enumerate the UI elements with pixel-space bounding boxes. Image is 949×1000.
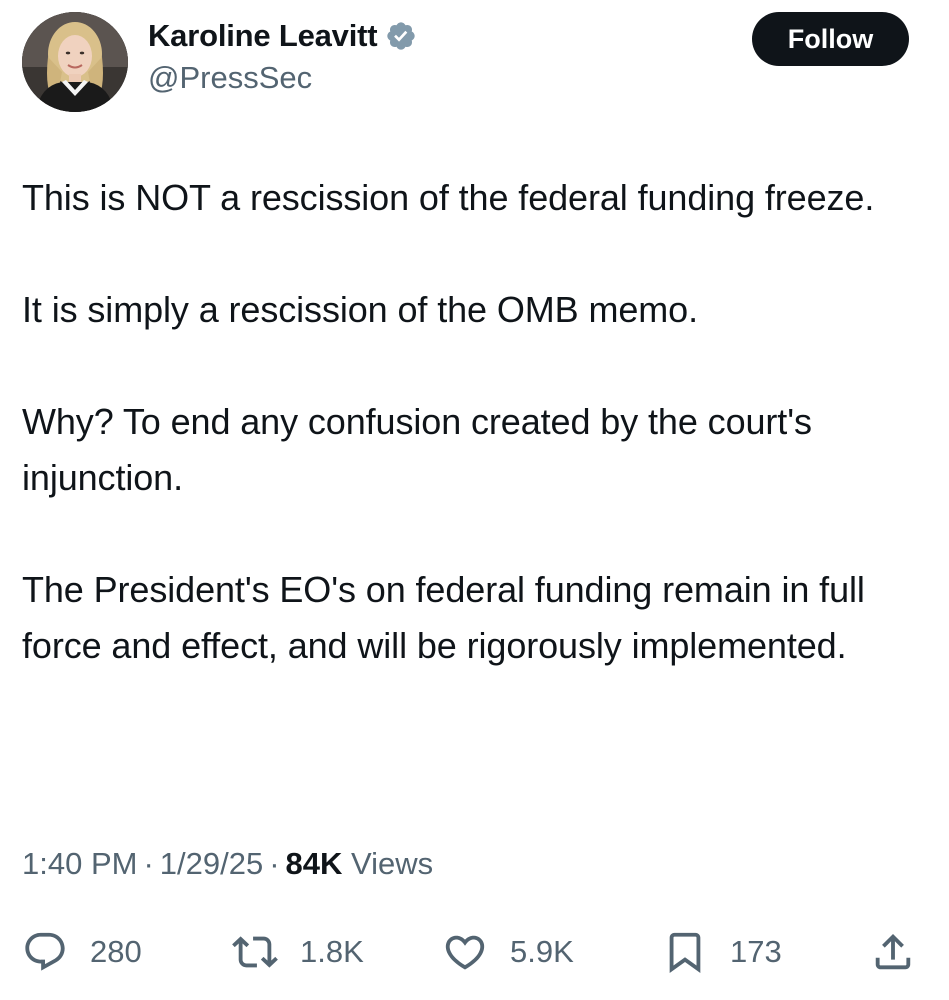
views-count: 84K [285,846,343,881]
author-block: Karoline Leavitt @PressSec [148,14,417,96]
tweet-paragraph: Why? To end any confusion created by the… [22,401,812,498]
action-bar: 280 1.8K 5.9K 173 [22,922,922,982]
bookmark-button[interactable]: 173 [662,922,782,982]
name-row: Karoline Leavitt [148,14,417,58]
tweet-meta: 1:40 PM · 1/29/25 · 84K Views [22,846,433,882]
like-button[interactable]: 5.9K [442,922,574,982]
verified-badge-icon [385,20,417,52]
follow-button[interactable]: Follow [752,12,909,66]
tweet-paragraph: This is NOT a rescission of the federal … [22,177,875,218]
tweet-paragraph: The President's EO's on federal funding … [22,569,865,666]
tweet-card: Karoline Leavitt @PressSec Follow This i… [0,0,949,1000]
heart-icon [445,935,485,970]
tweet-header: Karoline Leavitt @PressSec Follow [22,12,909,112]
tweet-time[interactable]: 1:40 PM [22,846,137,881]
reply-count: 280 [90,934,142,969]
meta-separator: · [143,846,154,881]
retweet-button[interactable]: 1.8K [232,922,364,982]
author-display-name[interactable]: Karoline Leavitt [148,18,378,54]
meta-separator: · [269,846,280,881]
bookmark-icon [669,932,701,973]
share-icon [875,933,911,970]
retweet-count: 1.8K [300,934,364,969]
reply-button[interactable]: 280 [22,922,142,982]
views-label: Views [351,846,434,881]
tweet-date[interactable]: 1/29/25 [160,846,263,881]
author-handle[interactable]: @PressSec [148,60,417,96]
like-count: 5.9K [510,934,574,969]
tweet-text: This is NOT a rescission of the federal … [22,170,932,674]
profile-photo-icon [22,12,128,112]
share-button[interactable] [870,922,916,982]
retweet-icon [232,936,278,968]
bookmark-count: 173 [730,934,782,969]
reply-icon [25,932,65,971]
avatar[interactable] [22,12,128,112]
tweet-paragraph: It is simply a rescission of the OMB mem… [22,289,698,330]
